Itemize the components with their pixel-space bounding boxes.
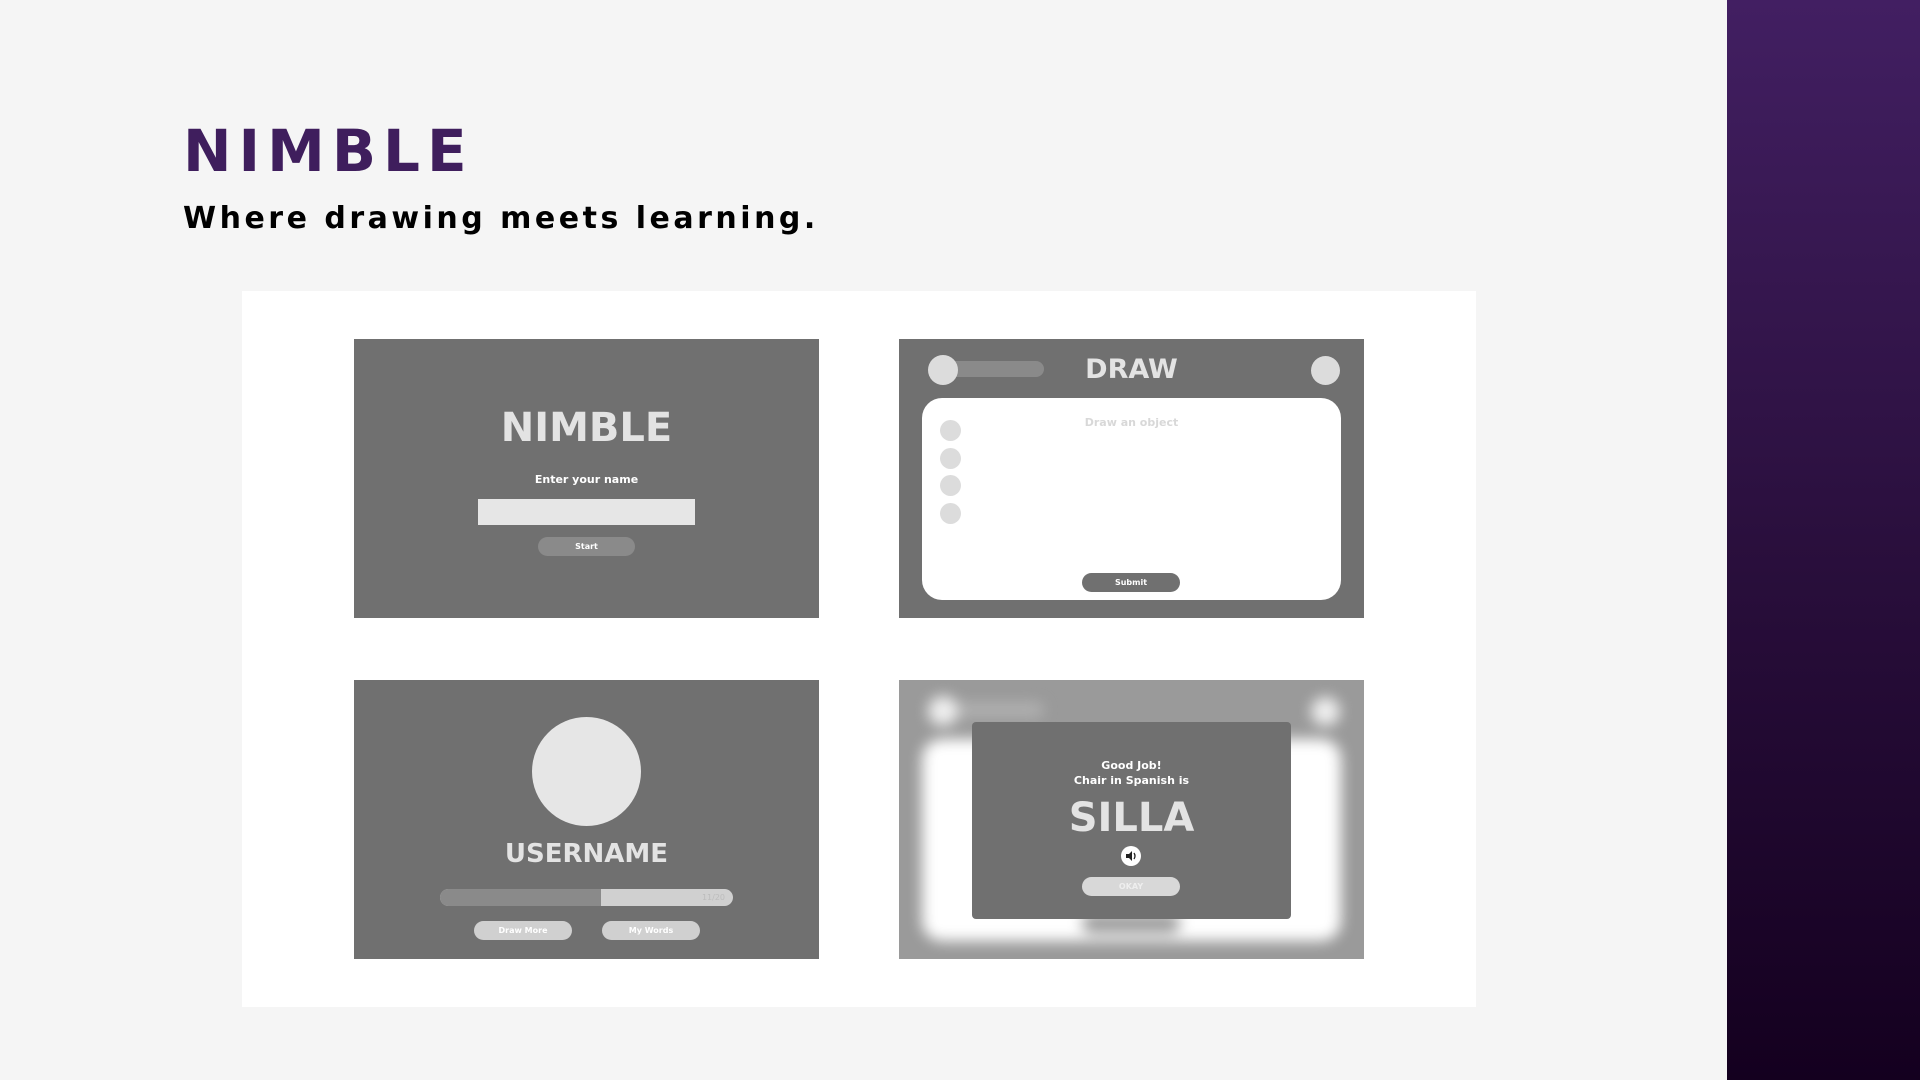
login-start-button[interactable]: Start <box>538 537 635 556</box>
mockup-login-screen: NIMBLE Enter your name Start <box>354 339 819 618</box>
draw-canvas-hint: Draw an object <box>1084 416 1179 429</box>
login-app-title: NIMBLE <box>500 405 673 451</box>
draw-header: DRAW <box>1085 354 1178 385</box>
result-translation-prompt: Chair in Spanish is <box>1073 774 1190 787</box>
side-gradient-band <box>1727 0 1920 1080</box>
draw-tool-2[interactable] <box>940 448 961 469</box>
speaker-icon[interactable] <box>1121 846 1141 866</box>
profile-draw-more-button[interactable]: Draw More <box>474 921 572 940</box>
result-okay-button[interactable]: OKAY <box>1082 877 1180 896</box>
profile-progress-bar: 11/20 <box>440 889 733 906</box>
profile-progress-fill <box>440 889 602 906</box>
mockup-result-screen: Good Job! Chair in Spanish is SILLA OKAY <box>899 680 1364 959</box>
profile-progress-text: 11/20 <box>701 893 725 902</box>
slide-title: NIMBLE <box>183 117 474 185</box>
profile-username: USERNAME <box>504 839 669 869</box>
draw-tool-1[interactable] <box>940 420 961 441</box>
profile-my-words-button[interactable]: My Words <box>602 921 700 940</box>
login-name-input[interactable] <box>478 499 695 525</box>
profile-avatar <box>532 717 641 826</box>
mockup-profile-screen: USERNAME 11/20 Draw More My Words <box>354 680 819 959</box>
result-word: SILLA <box>1068 795 1195 841</box>
login-name-prompt: Enter your name <box>534 473 639 486</box>
result-good-job: Good Job! <box>1101 759 1162 772</box>
slide-subtitle: Where drawing meets learning. <box>183 201 819 236</box>
draw-submit-button[interactable]: Submit <box>1082 573 1180 592</box>
mockup-draw-screen: DRAW Draw an object Submit <box>899 339 1364 618</box>
draw-tool-3[interactable] <box>940 475 961 496</box>
draw-menu-button[interactable] <box>1311 356 1340 385</box>
draw-tool-4[interactable] <box>940 503 961 524</box>
